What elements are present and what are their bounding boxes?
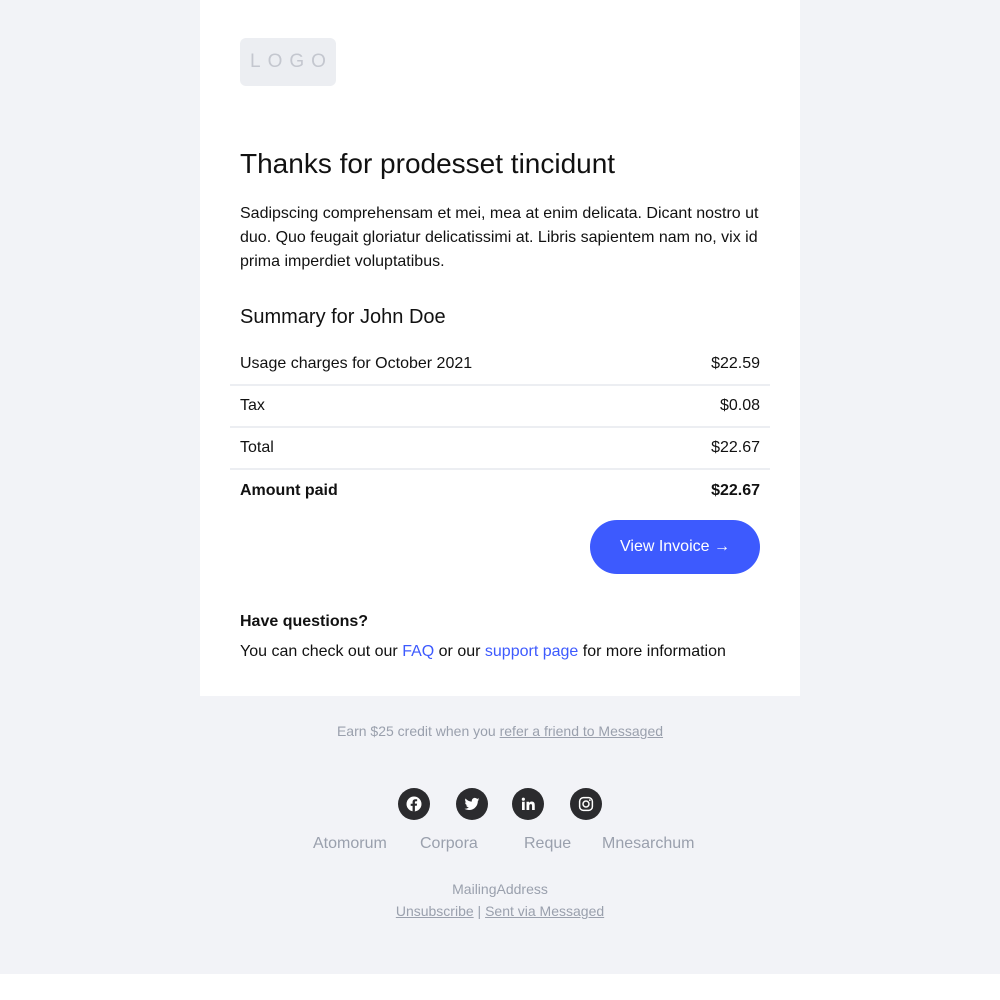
refer-link[interactable]: refer a friend to Messaged: [500, 723, 663, 739]
footer-link[interactable]: Mnesarchum: [602, 835, 694, 853]
summary-row: Tax $0.08: [230, 386, 770, 428]
footer-link[interactable]: Atomorum: [313, 835, 387, 853]
twitter-icon[interactable]: [456, 788, 488, 820]
instagram-icon[interactable]: [570, 788, 602, 820]
footer-link[interactable]: Corpora: [420, 835, 478, 853]
support-page-link[interactable]: support page: [485, 643, 578, 660]
row-value: $0.08: [719, 397, 760, 414]
email-card: LOGO Thanks for prodesset tincidunt Sadi…: [200, 0, 800, 696]
unsubscribe-link[interactable]: Unsubscribe: [396, 903, 474, 919]
mailing-address: MailingAddress: [452, 881, 548, 897]
summary-row-amount-paid: Amount paid $22.67: [230, 470, 770, 512]
refer-banner: Earn $25 credit when you refer a friend …: [0, 723, 1000, 739]
questions-text-before: You can check out our: [240, 643, 403, 660]
row-value: $22.67: [711, 482, 760, 499]
footer-link[interactable]: Reque: [524, 835, 571, 853]
summary-row: Usage charges for October 2021 $22.59: [230, 344, 770, 386]
faq-link[interactable]: FAQ: [402, 643, 434, 660]
intro-paragraph: Sadipscing comprehensam et mei, mea at e…: [240, 205, 759, 270]
summary-row: Total $22.67: [230, 428, 770, 470]
row-value: $22.67: [711, 439, 760, 456]
linkedin-icon[interactable]: [512, 788, 544, 820]
questions-title: Have questions?: [240, 613, 369, 630]
sent-via-link[interactable]: Sent via Messaged: [485, 903, 604, 919]
footer-nav: Atomorum Corpora Reque Mnesarchum: [0, 835, 1000, 855]
view-invoice-button[interactable]: View Invoice →: [590, 520, 760, 574]
page-title: Thanks for prodesset tincidunt: [240, 148, 616, 179]
row-label: Amount paid: [240, 482, 338, 499]
summary-title: Summary for John Doe: [240, 306, 446, 328]
footer-legal-links: Unsubscribe | Sent via Messaged: [0, 903, 1000, 919]
link-separator: |: [473, 903, 486, 919]
questions-text-after: for more information: [578, 643, 726, 660]
questions-text: You can check out our FAQ or our support…: [240, 643, 726, 661]
refer-text: Earn $25 credit when you: [336, 723, 500, 739]
row-label: Total: [240, 439, 274, 456]
row-label: Tax: [240, 397, 265, 414]
row-label: Usage charges for October 2021: [240, 355, 473, 372]
social-links: [0, 788, 1000, 820]
logo: LOGO: [240, 38, 336, 86]
questions-text-middle: or our: [434, 643, 485, 660]
facebook-icon[interactable]: [398, 788, 430, 820]
row-value: $22.59: [711, 355, 760, 372]
summary-table: Usage charges for October 2021 $22.59 Ta…: [230, 344, 770, 512]
